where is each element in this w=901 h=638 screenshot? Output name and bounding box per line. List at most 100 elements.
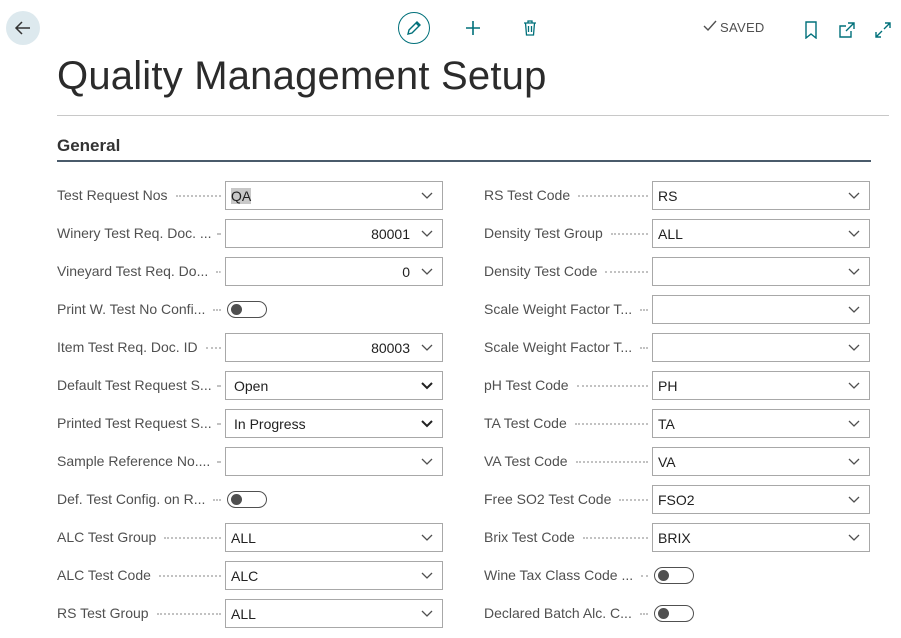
chevron-down-icon[interactable] [416, 572, 438, 580]
label-leader-dots [175, 195, 221, 197]
field-label: Scale Weight Factor T... [484, 333, 637, 362]
label-leader-dots [640, 347, 648, 349]
chevron-down-icon[interactable] [416, 192, 438, 200]
chevron-down-icon[interactable] [843, 230, 865, 238]
lookup-input[interactable]: RS [652, 181, 870, 210]
chevron-down-icon[interactable] [416, 458, 438, 466]
lookup-input[interactable]: ALC [225, 561, 443, 590]
section-divider [57, 160, 871, 162]
lookup-input[interactable] [225, 447, 443, 476]
chevron-down-icon[interactable] [843, 496, 865, 504]
new-button[interactable] [462, 17, 484, 39]
label-leader-dots [217, 385, 221, 387]
lookup-input[interactable]: PH [652, 371, 870, 400]
field-label-text: Density Test Group [484, 225, 607, 241]
label-leader-dots [213, 309, 221, 311]
field-label-text: Printed Test Request S... [57, 415, 216, 431]
field-label: Density Test Group [484, 219, 607, 248]
lookup-input[interactable] [652, 333, 870, 362]
field-label-text: VA Test Code [484, 453, 572, 469]
label-leader-dots [610, 233, 648, 235]
chevron-down-icon[interactable] [843, 420, 865, 428]
chevron-down-icon[interactable] [843, 382, 865, 390]
label-leader-dots [158, 575, 221, 577]
label-leader-dots [574, 423, 648, 425]
field-label-text: Density Test Code [484, 263, 602, 279]
edit-button[interactable] [398, 12, 430, 44]
page-title: Quality Management Setup [57, 54, 547, 98]
chevron-down-icon[interactable] [416, 534, 438, 542]
field-label-text: RS Test Group [57, 605, 153, 621]
toggle-switch[interactable] [654, 567, 694, 584]
lookup-input[interactable]: FSO2 [652, 485, 870, 514]
chevron-down-icon[interactable] [843, 534, 865, 542]
field-label: Default Test Request S... [57, 371, 216, 400]
lookup-input[interactable]: 80003 [225, 333, 443, 362]
field-value: TA [653, 416, 843, 432]
field-value-text: 0 [402, 263, 410, 280]
label-leader-dots [639, 613, 648, 615]
field-value-text: ALC [231, 567, 259, 584]
field-label: Declared Batch Alc. C... [484, 599, 636, 628]
label-leader-dots [217, 461, 221, 463]
back-button[interactable] [6, 11, 40, 45]
trash-icon [524, 20, 536, 36]
toggle-switch[interactable] [654, 605, 694, 622]
lookup-input[interactable]: ALL [225, 523, 443, 552]
field-value: QA [226, 187, 416, 204]
label-leader-dots [582, 537, 648, 539]
field-label-text: Scale Weight Factor T... [484, 339, 637, 355]
label-leader-dots [641, 575, 648, 577]
page-actions [800, 19, 894, 41]
chevron-down-icon[interactable] [843, 268, 865, 276]
lookup-input[interactable] [652, 257, 870, 286]
field-value: ALL [226, 530, 416, 546]
chevron-down-icon[interactable] [416, 268, 438, 276]
chevron-down-icon[interactable] [843, 458, 865, 466]
field-value-text: 80003 [371, 339, 410, 356]
field-label: Print W. Test No Confi... [57, 295, 210, 324]
field-value-text: ALL [658, 225, 683, 242]
lookup-input[interactable]: QA [225, 181, 443, 210]
toggle-switch[interactable] [227, 301, 267, 318]
lookup-input[interactable]: 0 [225, 257, 443, 286]
saved-label: SAVED [720, 20, 765, 35]
lookup-input[interactable]: ALL [225, 599, 443, 628]
chevron-down-icon[interactable] [416, 344, 438, 352]
saved-status: SAVED [703, 20, 765, 35]
lookup-input[interactable]: ALL [652, 219, 870, 248]
lookup-input[interactable]: 80001 [225, 219, 443, 248]
chevron-down-icon[interactable] [416, 610, 438, 618]
toggle-switch[interactable] [227, 491, 267, 508]
chevron-down-icon[interactable] [416, 230, 438, 238]
delete-button[interactable] [519, 17, 541, 39]
field-label: Vineyard Test Req. Do... [57, 257, 213, 286]
pencil-icon [403, 17, 425, 39]
field-label: Sample Reference No.... [57, 447, 215, 476]
field-value-text: TA [658, 415, 675, 432]
field-label-text: RS Test Code [484, 187, 575, 203]
field-label-text: Declared Batch Alc. C... [484, 605, 636, 621]
label-leader-dots [156, 613, 221, 615]
open-in-new-window-icon[interactable] [836, 19, 858, 41]
expand-icon[interactable] [872, 19, 894, 41]
field-value: 80003 [226, 340, 416, 356]
section-title-general[interactable]: General [57, 136, 120, 156]
field-label: Brix Test Code [484, 523, 579, 552]
lookup-input[interactable]: BRIX [652, 523, 870, 552]
lookup-input[interactable]: TA [652, 409, 870, 438]
option-select[interactable]: Open [225, 371, 443, 400]
field-value-text: VA [658, 453, 676, 470]
select-arrow-icon [416, 419, 438, 428]
field-label: pH Test Code [484, 371, 573, 400]
chevron-down-icon[interactable] [843, 306, 865, 314]
lookup-input[interactable]: VA [652, 447, 870, 476]
field-value: FSO2 [653, 492, 843, 508]
bookmark-icon[interactable] [800, 19, 822, 41]
field-label: Free SO2 Test Code [484, 485, 616, 514]
lookup-input[interactable] [652, 295, 870, 324]
field-label: ALC Test Group [57, 523, 161, 552]
chevron-down-icon[interactable] [843, 192, 865, 200]
option-select[interactable]: In Progress [225, 409, 443, 438]
chevron-down-icon[interactable] [843, 344, 865, 352]
